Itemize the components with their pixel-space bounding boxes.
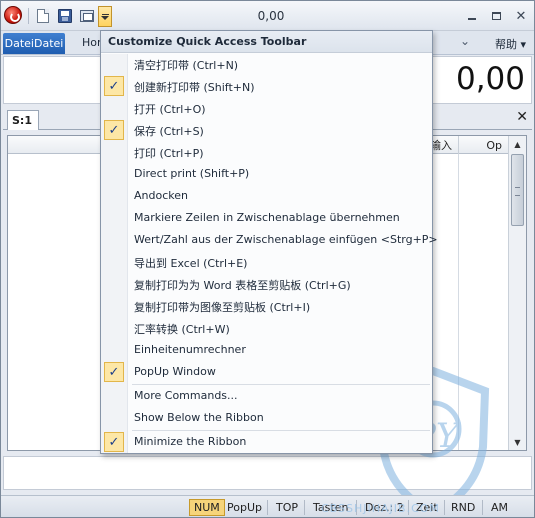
qat-print-preview-button[interactable]	[78, 7, 96, 25]
status-separator	[482, 500, 483, 515]
close-icon: ✕	[515, 8, 527, 24]
chevron-down-icon	[101, 15, 109, 20]
menu-item-unit-converter[interactable]: Einheitenumrechner	[101, 339, 432, 361]
menu-item-label: 打开 (Ctrl+O)	[134, 103, 206, 116]
status-bar: NUM PopUp TOP Tasten Dez.: 2 Zeit RND AM	[1, 495, 534, 517]
status-separator	[267, 500, 268, 515]
close-window-button[interactable]: ✕	[512, 8, 530, 24]
menu-item-label: 导出到 Excel (Ctrl+E)	[134, 257, 248, 270]
checkmark-icon: ✓	[104, 120, 124, 140]
menu-item-more-commands[interactable]: More Commands...	[101, 385, 432, 407]
customize-dropdown-icon	[101, 13, 109, 15]
watermark-text: CBSSHJIHAJIB.COM	[321, 502, 440, 515]
app-window: 0,00 ✕ DateiDatei Hor ⌄ 帮助 ▾ 0,00 S:1 ✕ …	[0, 0, 535, 518]
new-icon	[37, 9, 49, 23]
customize-qat-menu: Customize Quick Access Toolbar 清空打印带 (Ct…	[100, 30, 438, 454]
close-icon: ✕	[516, 109, 528, 125]
menu-item-new-tape[interactable]: ✓ 创建新打印带 (Shift+N)	[101, 75, 432, 97]
ribbon-chevron-icon[interactable]: ⌄	[460, 34, 470, 48]
menu-item-label: 汇率转换 (Ctrl+W)	[134, 323, 230, 336]
display-value: 0,00	[455, 61, 525, 97]
status-popup[interactable]: PopUp	[223, 499, 266, 516]
menu-item-direct-print[interactable]: Direct print (Shift+P)	[101, 163, 432, 185]
window-title: 0,00	[257, 9, 285, 23]
print-preview-icon	[80, 10, 94, 22]
scroll-up-icon[interactable]: ▲	[509, 136, 526, 152]
checkmark-icon: ✓	[104, 76, 124, 96]
tab-home[interactable]: Hor	[82, 36, 102, 49]
menu-item-show-below-ribbon[interactable]: Show Below the Ribbon	[101, 407, 432, 429]
menu-item-label: 清空打印带 (Ctrl+N)	[134, 59, 239, 72]
menu-item-label: PopUp Window	[134, 365, 216, 378]
vertical-scrollbar[interactable]: ▲ ▼	[508, 136, 526, 450]
maximize-icon	[491, 12, 501, 20]
qat-customize-dropdown[interactable]	[98, 6, 112, 27]
menu-item-label: More Commands...	[134, 389, 238, 402]
maximize-button[interactable]	[487, 8, 505, 24]
scroll-down-icon[interactable]: ▼	[509, 434, 526, 450]
menu-item-open[interactable]: 打开 (Ctrl+O)	[101, 97, 432, 119]
app-orb-icon[interactable]	[4, 6, 22, 24]
menu-item-paste-value[interactable]: Wert/Zahl aus der Zwischenablage einfüge…	[101, 229, 438, 251]
minimize-button[interactable]	[463, 8, 481, 24]
qat-new-button[interactable]	[34, 7, 52, 25]
menu-item-copy-lines[interactable]: Markiere Zeilen in Zwischenablage überne…	[101, 207, 432, 229]
menu-item-minimize-ribbon[interactable]: ✓ Minimize the Ribbon	[101, 431, 432, 453]
title-bar: 0,00 ✕	[1, 1, 534, 31]
checkmark-icon: ✓	[104, 432, 124, 452]
qat-separator	[28, 8, 29, 24]
menu-item-label: Markiere Zeilen in Zwischenablage überne…	[134, 211, 400, 224]
minimize-icon	[468, 18, 476, 20]
status-separator	[304, 500, 305, 515]
menu-item-label: Direct print (Shift+P)	[134, 167, 250, 180]
menu-item-label: 复制打印为为 Word 表格至剪贴板 (Ctrl+G)	[134, 279, 351, 292]
menu-item-popup-window[interactable]: ✓ PopUp Window	[101, 361, 432, 383]
file-tab[interactable]: DateiDatei	[3, 33, 65, 54]
menu-item-dock[interactable]: Andocken	[101, 185, 432, 207]
menu-item-label: 保存 (Ctrl+S)	[134, 125, 204, 138]
menu-header: Customize Quick Access Toolbar	[101, 31, 432, 53]
status-top[interactable]: TOP	[272, 499, 302, 516]
column-header-op[interactable]: Op	[458, 136, 508, 154]
status-separator	[444, 500, 445, 515]
menu-item-label: Andocken	[134, 189, 188, 202]
status-num[interactable]: NUM	[189, 499, 225, 516]
menu-item-currency-convert[interactable]: 汇率转换 (Ctrl+W)	[101, 317, 432, 339]
tab-s1[interactable]: S:1	[7, 110, 39, 130]
menu-item-label: Wert/Zahl aus der Zwischenablage einfüge…	[134, 233, 438, 246]
menu-item-clear-tape[interactable]: 清空打印带 (Ctrl+N)	[101, 53, 432, 75]
menu-item-label: Show Below the Ribbon	[134, 411, 264, 424]
save-icon	[58, 9, 72, 23]
menu-item-label: 创建新打印带 (Shift+N)	[134, 81, 255, 94]
status-rnd[interactable]: RND	[447, 499, 479, 516]
menu-item-copy-image[interactable]: 复制打印带为图像至剪贴板 (Ctrl+I)	[101, 295, 432, 317]
menu-item-copy-word-table[interactable]: 复制打印为为 Word 表格至剪贴板 (Ctrl+G)	[101, 273, 432, 295]
close-tab-button[interactable]: ✕	[516, 109, 528, 125]
menu-item-export-excel[interactable]: 导出到 Excel (Ctrl+E)	[101, 251, 432, 273]
menu-item-save[interactable]: ✓ 保存 (Ctrl+S)	[101, 119, 432, 141]
menu-item-print[interactable]: 打印 (Ctrl+P)	[101, 141, 432, 163]
qat-save-button[interactable]	[56, 7, 74, 25]
scroll-thumb[interactable]	[511, 154, 524, 226]
menu-item-label: 复制打印带为图像至剪贴板 (Ctrl+I)	[134, 301, 311, 314]
menu-item-label: Minimize the Ribbon	[134, 435, 247, 448]
checkmark-icon: ✓	[104, 362, 124, 382]
help-menu[interactable]: 帮助 ▾	[495, 36, 526, 52]
menu-item-label: 打印 (Ctrl+P)	[134, 147, 204, 160]
menu-item-label: Einheitenumrechner	[134, 343, 246, 356]
status-am[interactable]: AM	[487, 499, 512, 516]
